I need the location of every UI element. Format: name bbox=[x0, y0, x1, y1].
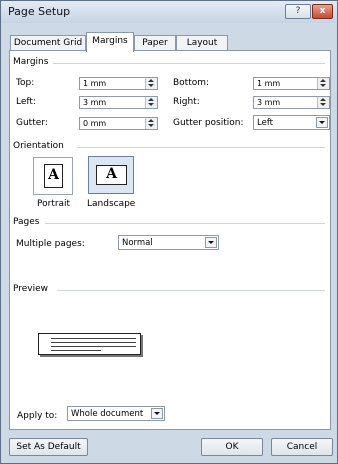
page-setup-dialog: Page Setup ? x Document Grid Margins Pap… bbox=[0, 0, 338, 464]
multiple-pages-select[interactable]: Normal bbox=[118, 235, 219, 250]
gutter-position-value: Left bbox=[257, 118, 273, 128]
right-margin-spinner[interactable]: 3 mm bbox=[253, 96, 330, 109]
apply-to-label: Apply to: bbox=[17, 411, 58, 421]
gutter-label: Gutter: bbox=[16, 118, 48, 128]
top-label: Top: bbox=[16, 78, 35, 88]
cancel-button[interactable]: Cancel bbox=[271, 438, 333, 456]
window-title: Page Setup bbox=[8, 5, 71, 18]
title-bar[interactable]: Page Setup ? x bbox=[1, 1, 337, 23]
close-button[interactable]: x bbox=[312, 4, 333, 19]
preview-section-label: Preview bbox=[13, 284, 49, 294]
multiple-pages-label: Multiple pages: bbox=[16, 239, 85, 249]
gutter-position-label: Gutter position: bbox=[173, 118, 244, 128]
orientation-section-label: Orientation bbox=[13, 141, 64, 151]
bottom-margin-value[interactable]: 1 mm bbox=[257, 79, 280, 88]
gutter-position-select[interactable]: Left bbox=[253, 115, 330, 130]
landscape-page-icon: A bbox=[96, 165, 127, 185]
bottom-margin-spinner[interactable]: 1 mm bbox=[253, 77, 330, 90]
margins-separator bbox=[53, 63, 325, 64]
right-margin-value[interactable]: 3 mm bbox=[257, 98, 280, 107]
spin-arrows-icon[interactable] bbox=[145, 118, 157, 129]
apply-to-select[interactable]: Whole document bbox=[67, 406, 165, 421]
help-button[interactable]: ? bbox=[285, 4, 311, 19]
left-label: Left: bbox=[16, 97, 36, 107]
orientation-separator bbox=[77, 147, 325, 148]
multiple-pages-value: Normal bbox=[122, 238, 153, 248]
apply-to-value: Whole document bbox=[71, 409, 144, 419]
left-margin-value[interactable]: 3 mm bbox=[83, 98, 106, 107]
top-margin-spinner[interactable]: 1 mm bbox=[79, 77, 158, 90]
chevron-down-icon[interactable] bbox=[151, 408, 163, 419]
tab-layout[interactable]: Layout bbox=[176, 35, 228, 51]
margins-section-label: Margins bbox=[13, 57, 49, 67]
spin-arrows-icon[interactable] bbox=[317, 78, 329, 89]
top-margin-value[interactable]: 1 mm bbox=[83, 79, 106, 88]
chevron-down-icon[interactable] bbox=[205, 237, 217, 248]
preview-page bbox=[38, 333, 141, 355]
portrait-label[interactable]: Portrait bbox=[37, 199, 70, 209]
pages-separator bbox=[45, 223, 325, 224]
preview-separator bbox=[57, 290, 325, 291]
spin-arrows-icon[interactable] bbox=[145, 78, 157, 89]
landscape-label[interactable]: Landscape bbox=[87, 199, 135, 209]
gutter-spinner[interactable]: 0 mm bbox=[79, 117, 158, 130]
chevron-down-icon[interactable] bbox=[316, 117, 328, 128]
pages-section-label: Pages bbox=[13, 217, 40, 227]
tab-document-grid[interactable]: Document Grid bbox=[10, 35, 86, 51]
tab-margins[interactable]: Margins bbox=[86, 32, 134, 52]
spin-arrows-icon[interactable] bbox=[317, 97, 329, 108]
bottom-label: Bottom: bbox=[173, 78, 210, 88]
ok-button[interactable]: OK bbox=[201, 438, 263, 456]
set-as-default-button[interactable]: Set As Default bbox=[9, 438, 88, 456]
portrait-option[interactable]: A bbox=[33, 157, 73, 195]
left-margin-spinner[interactable]: 3 mm bbox=[79, 96, 158, 109]
portrait-page-icon: A bbox=[44, 164, 63, 188]
gutter-value[interactable]: 0 mm bbox=[83, 119, 106, 128]
spin-arrows-icon[interactable] bbox=[145, 97, 157, 108]
tab-paper[interactable]: Paper bbox=[134, 35, 176, 51]
right-label: Right: bbox=[173, 97, 200, 107]
landscape-option[interactable]: A bbox=[88, 156, 134, 194]
